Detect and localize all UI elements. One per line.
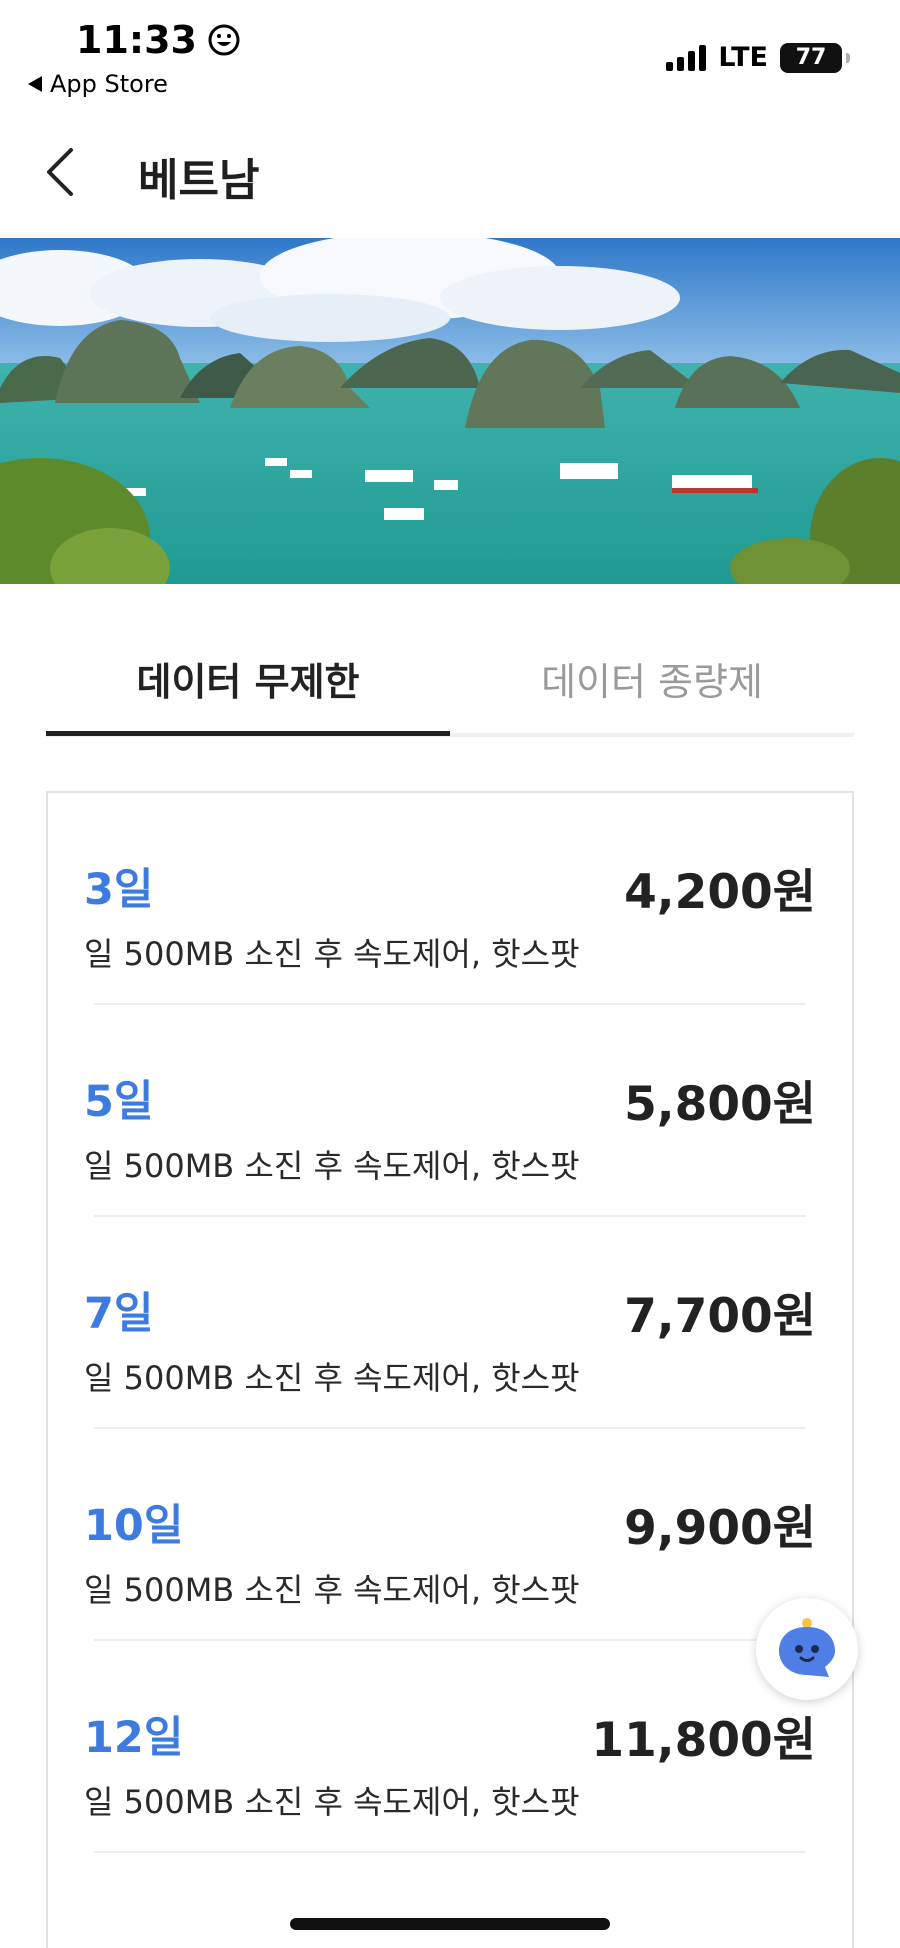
plan-description: 일 500MB 소진 후 속도제어, 핫스팟 bbox=[84, 1783, 580, 1821]
plan-type-tabs: 데이터 무제한 데이터 종량제 bbox=[46, 620, 854, 738]
plan-item[interactable]: 12일 11,800원 일 500MB 소진 후 속도제어, 핫스팟 bbox=[48, 1641, 852, 1853]
plan-price: 4,200원 bbox=[624, 865, 816, 920]
battery-icon: 77 bbox=[780, 42, 850, 73]
smiley-icon bbox=[208, 24, 240, 56]
plan-item[interactable]: 3일 4,200원 일 500MB 소진 후 속도제어, 핫스팟 bbox=[48, 793, 852, 1005]
chatbot-button[interactable] bbox=[756, 1598, 858, 1700]
header: 베트남 bbox=[0, 120, 900, 230]
status-time: 11:33 bbox=[76, 18, 241, 62]
country-banner-image bbox=[0, 238, 900, 584]
battery-level: 77 bbox=[795, 45, 827, 70]
plan-item[interactable]: 7일 7,700원 일 500MB 소진 후 속도제어, 핫스팟 bbox=[48, 1217, 852, 1429]
tab-unlimited-data[interactable]: 데이터 무제한 bbox=[46, 620, 450, 736]
tab-active-indicator bbox=[46, 731, 450, 736]
plan-price: 11,800원 bbox=[591, 1713, 816, 1768]
status-time-text: 11:33 bbox=[76, 18, 197, 62]
plan-duration: 10일 bbox=[84, 1501, 184, 1551]
plan-price: 5,800원 bbox=[624, 1077, 816, 1132]
plan-description: 일 500MB 소진 후 속도제어, 핫스팟 bbox=[84, 935, 580, 973]
page-title: 베트남 bbox=[138, 155, 260, 206]
plan-price: 9,900원 bbox=[624, 1501, 816, 1556]
plan-duration: 7일 bbox=[84, 1289, 154, 1339]
back-app-label: App Store bbox=[50, 70, 168, 98]
plan-duration: 12일 bbox=[84, 1713, 184, 1763]
plan-price: 7,700원 bbox=[624, 1289, 816, 1344]
plan-item[interactable]: 5일 5,800원 일 500MB 소진 후 속도제어, 핫스팟 bbox=[48, 1005, 852, 1217]
signal-icon bbox=[666, 44, 707, 71]
back-triangle-icon bbox=[28, 76, 42, 92]
back-to-app-store[interactable]: App Store bbox=[28, 70, 168, 98]
chevron-left-icon bbox=[47, 148, 73, 196]
plan-description: 일 500MB 소진 후 속도제어, 핫스팟 bbox=[84, 1147, 580, 1185]
network-type: LTE bbox=[718, 42, 768, 73]
plan-item[interactable]: 10일 9,900원 일 500MB 소진 후 속도제어, 핫스팟 bbox=[48, 1429, 852, 1641]
home-indicator[interactable] bbox=[290, 1918, 610, 1930]
status-indicators: LTE 77 bbox=[666, 42, 850, 73]
divider bbox=[94, 1851, 806, 1853]
plan-list: 3일 4,200원 일 500MB 소진 후 속도제어, 핫스팟 5일 5,80… bbox=[46, 791, 854, 1948]
plan-duration: 5일 bbox=[84, 1077, 154, 1127]
back-button[interactable] bbox=[30, 142, 90, 202]
chatbot-icon bbox=[779, 1618, 835, 1677]
plan-description: 일 500MB 소진 후 속도제어, 핫스팟 bbox=[84, 1359, 580, 1397]
status-bar: 11:33 App Store LTE 77 bbox=[0, 0, 900, 110]
tab-metered-data[interactable]: 데이터 종량제 bbox=[450, 620, 854, 736]
plan-duration: 3일 bbox=[84, 865, 154, 915]
page: 11:33 App Store LTE 77 베트남 데이터 무제한 데이터 종… bbox=[0, 0, 900, 1948]
plan-description: 일 500MB 소진 후 속도제어, 핫스팟 bbox=[84, 1571, 580, 1609]
